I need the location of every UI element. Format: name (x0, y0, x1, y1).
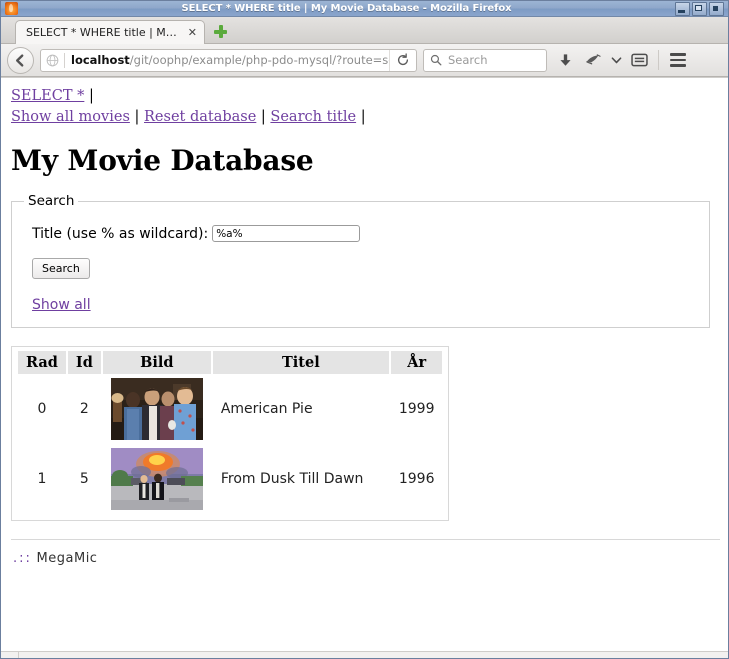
footer-text: MegaMic (36, 551, 98, 567)
cell-titel: American Pie (220, 401, 313, 418)
pocket-icon[interactable] (581, 48, 605, 72)
navigation-toolbar: localhost/git/oophp/example/php-pdo-mysq… (1, 44, 728, 77)
footer-dots: .:: (13, 551, 32, 567)
maximize-button[interactable] (692, 1, 707, 16)
window-title: SELECT * WHERE title | My Movie Database… (181, 3, 512, 14)
search-icon (430, 54, 442, 66)
cell-bild (103, 444, 211, 514)
column-header-titel: Titel (212, 351, 389, 375)
url-bar[interactable]: localhost/git/oophp/example/php-pdo-mysq… (40, 48, 417, 72)
search-legend: Search (28, 193, 75, 210)
column-header-id: Id (67, 351, 101, 375)
column-header-rad: Rad (18, 351, 66, 375)
cell-id: 2 (79, 401, 89, 418)
results-table: Rad Id Bild Titel År 0 2 American Pie 19… (16, 351, 444, 514)
reload-icon (397, 53, 409, 66)
nav-link-reset-database[interactable]: Reset database (144, 109, 256, 125)
hamburger-menu-icon[interactable] (666, 48, 690, 72)
new-tab-icon[interactable] (214, 25, 227, 38)
window-bottom-edge (1, 651, 728, 658)
reader-glyph (630, 53, 648, 67)
browser-search-placeholder: Search (448, 53, 488, 67)
site-navigation: SELECT * | Show all movies | Reset datab… (11, 86, 718, 127)
url-divider (64, 52, 65, 68)
back-arrow-icon (16, 53, 24, 67)
cell-bild (103, 374, 211, 444)
cell-ar: 1996 (398, 471, 435, 488)
search-title-input[interactable] (212, 225, 361, 243)
table-row: 0 2 American Pie 1999 (18, 374, 442, 444)
column-header-bild: Bild (102, 351, 211, 375)
globe-icon (46, 54, 59, 66)
american-pie-thumbnail (110, 378, 203, 441)
reader-view-icon[interactable] (627, 48, 651, 72)
title-field-label: Title (use % as wildcard): (32, 225, 209, 242)
title-field-row: Title (use % as wildcard): (32, 225, 699, 243)
search-submit-button[interactable]: Search (32, 258, 90, 280)
browser-search-box[interactable]: Search (423, 48, 547, 72)
firefox-icon (5, 2, 18, 15)
back-button[interactable] (7, 46, 34, 74)
nav-separator: | (260, 108, 266, 125)
chevron-glyph (611, 56, 621, 63)
table-header-row: Rad Id Bild Titel År (18, 351, 443, 375)
page-title: My Movie Database (11, 144, 314, 178)
cell-rad: 0 (37, 401, 47, 418)
cell-titel: From Dusk Till Dawn (220, 471, 364, 488)
url-host: localhost (71, 53, 130, 67)
browser-window: SELECT * WHERE title | My Movie Database… (0, 0, 729, 659)
window-titlebar: SELECT * WHERE title | My Movie Database… (1, 1, 728, 17)
chevron-down-icon[interactable] (609, 48, 623, 72)
nav-link-select-all[interactable]: SELECT * (11, 88, 84, 104)
search-button-row: Search (22, 242, 699, 280)
show-all-link[interactable]: Show all (32, 297, 91, 313)
close-button[interactable] (709, 1, 724, 16)
download-arrow-icon[interactable] (553, 48, 577, 72)
results-table-container: Rad Id Bild Titel År 0 2 American Pie 19… (11, 346, 450, 522)
search-fieldset: Search Title (use % as wildcard): Search… (11, 193, 710, 329)
column-header-ar: År (390, 351, 443, 375)
toolbar-divider (658, 50, 659, 70)
cell-ar: 1999 (398, 401, 435, 418)
page-viewport: SELECT * | Show all movies | Reset datab… (1, 77, 728, 658)
footer-divider (11, 539, 720, 541)
nav-line-2: Show all movies | Reset database | Searc… (11, 107, 718, 128)
url-text: localhost/git/oophp/example/php-pdo-mysq… (71, 53, 389, 67)
results-table-body: 0 2 American Pie 1999 1 5 From Dusk Till… (18, 374, 442, 514)
tab-close-icon[interactable]: ✕ (188, 27, 197, 38)
tab-strip: SELECT * WHERE title | My M... ✕ (1, 17, 728, 44)
cell-id: 5 (79, 471, 89, 488)
page-content: SELECT * | Show all movies | Reset datab… (1, 78, 728, 566)
pocket-glyph (585, 53, 601, 64)
nav-link-search-title[interactable]: Search title (270, 109, 356, 125)
nav-separator: | (360, 108, 366, 125)
cell-rad: 1 (37, 471, 47, 488)
nav-line-1: SELECT * | (11, 86, 718, 107)
nav-separator: | (88, 88, 94, 104)
toolbar-icons (553, 48, 690, 72)
from-dusk-till-dawn-thumbnail (110, 448, 203, 511)
minimize-button[interactable] (675, 1, 690, 16)
tab-label: SELECT * WHERE title | My M... (26, 26, 180, 39)
nav-link-show-all-movies[interactable]: Show all movies (11, 109, 130, 125)
hamburger-glyph (670, 53, 686, 67)
nav-separator: | (134, 108, 140, 125)
window-controls (675, 1, 724, 16)
browser-tab[interactable]: SELECT * WHERE title | My M... ✕ (15, 20, 205, 44)
page-footer: .:: MegaMic (13, 551, 718, 566)
table-row: 1 5 From Dusk Till Dawn 1996 (18, 444, 442, 514)
download-glyph (559, 53, 571, 66)
reload-button[interactable] (389, 49, 416, 71)
results-table-head: Rad Id Bild Titel År (18, 351, 443, 375)
url-path: /git/oophp/example/php-pdo-mysql/?route=… (129, 53, 389, 67)
